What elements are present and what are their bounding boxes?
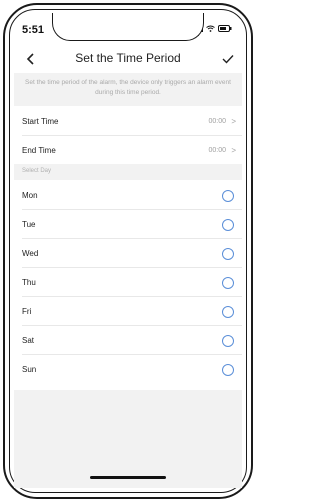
day-radio-button[interactable] [222, 247, 234, 260]
day-row-tue[interactable]: Tue [14, 210, 242, 239]
chevron-right-icon: > [231, 116, 236, 126]
wifi-icon [206, 25, 215, 32]
day-radio-button[interactable] [222, 363, 234, 376]
end-time-row[interactable]: End Time 00:00 > [14, 136, 242, 164]
page-title: Set the Time Period [75, 51, 181, 65]
confirm-button[interactable] [218, 49, 238, 69]
select-day-header: Select Day [14, 164, 242, 180]
day-label: Fri [22, 307, 32, 316]
check-icon [222, 55, 234, 64]
device-notch [52, 13, 204, 41]
day-radio-button[interactable] [222, 305, 234, 318]
description-banner: Set the time period of the alarm, the de… [14, 73, 242, 106]
day-radio-button[interactable] [222, 276, 234, 289]
home-indicator[interactable] [90, 476, 166, 479]
day-label: Mon [22, 191, 38, 200]
day-row-mon[interactable]: Mon [14, 181, 242, 210]
status-time: 5:51 [22, 24, 45, 36]
day-label: Sat [22, 336, 35, 345]
end-time-value: 00:00 [208, 146, 226, 154]
battery-icon [218, 25, 232, 32]
start-time-label: Start Time [22, 116, 59, 126]
day-radio-button[interactable] [222, 334, 234, 347]
day-label: Wed [22, 249, 39, 258]
day-radio-button[interactable] [222, 189, 234, 202]
start-time-value: 00:00 [208, 117, 226, 125]
day-radio-button[interactable] [222, 218, 234, 231]
day-row-wed[interactable]: Wed [14, 239, 242, 268]
day-row-thu[interactable]: Thu [14, 268, 242, 297]
day-row-sat[interactable]: Sat [14, 326, 242, 355]
day-row-sun[interactable]: Sun [14, 355, 242, 384]
description-text: Set the time period of the alarm, the de… [25, 79, 231, 96]
day-label: Sun [22, 365, 37, 374]
select-day-label: Select Day [22, 168, 52, 174]
bottom-empty-area [14, 390, 242, 488]
navigation-bar: Set the Time Period [14, 46, 242, 72]
day-label: Tue [22, 220, 36, 229]
day-row-fri[interactable]: Fri [14, 297, 242, 326]
chevron-right-icon: > [231, 145, 236, 155]
day-label: Thu [22, 278, 36, 287]
end-time-label: End Time [22, 145, 56, 155]
start-time-row[interactable]: Start Time 00:00 > [14, 107, 242, 135]
